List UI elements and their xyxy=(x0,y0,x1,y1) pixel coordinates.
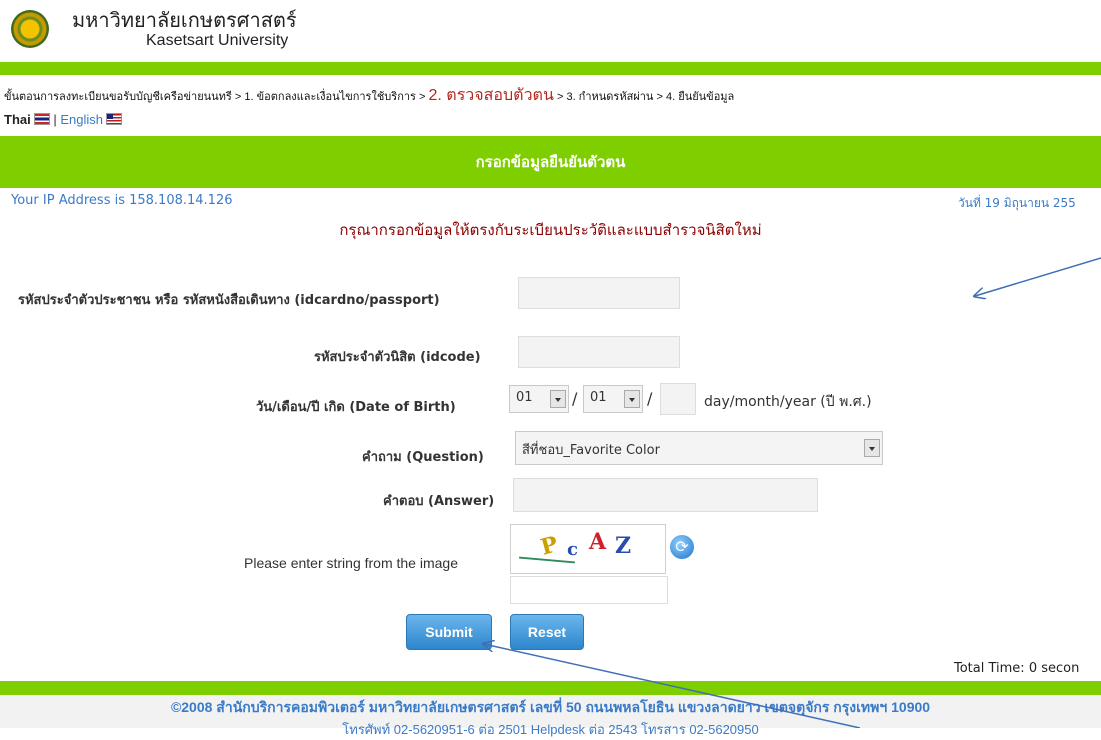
question-label: คำถาม (Question) xyxy=(362,450,484,465)
dob-month-value: 01 xyxy=(590,390,607,405)
dob-hint: day/month/year (ปี พ.ศ.) xyxy=(704,394,872,410)
answer-label: คำตอบ (Answer) xyxy=(383,494,495,509)
language-thai-link[interactable]: Thai xyxy=(4,112,31,127)
breadcrumb-prefix: ขั้นตอนการลงทะเบียนขอรับบัญชีเครือข่ายนน… xyxy=(4,91,232,103)
captcha-image: P c A Z xyxy=(510,524,666,574)
breadcrumb-step-2-current: 2. ตรวจสอบตัวตน xyxy=(428,87,554,104)
annotation-arrow xyxy=(975,257,1101,296)
page-title: กรอกข้อมูลยืนยันตัวตน xyxy=(0,136,1101,188)
idcode-input[interactable] xyxy=(518,336,680,368)
site-header: มหาวิทยาลัยเกษตรศาสตร์ Kasetsart Univers… xyxy=(0,0,1101,60)
breadcrumb-separator: > xyxy=(419,91,426,103)
dob-year-input[interactable] xyxy=(660,383,696,415)
breadcrumb: ขั้นตอนการลงทะเบียนขอรับบัญชีเครือข่ายนน… xyxy=(4,83,734,108)
language-divider: | xyxy=(53,112,57,127)
dob-day-value: 01 xyxy=(516,390,533,405)
top-green-bar xyxy=(0,62,1101,75)
breadcrumb-separator: > xyxy=(234,91,242,103)
bottom-green-bar xyxy=(0,681,1101,695)
chevron-down-icon[interactable] xyxy=(550,390,566,408)
footer-address: ©2008 สำนักบริการคอมพิวเตอร์ มหาวิทยาลัย… xyxy=(170,699,931,715)
question-select[interactable]: สีที่ชอบ_Favorite Color xyxy=(515,431,883,465)
ip-address-text: Your IP Address is 158.108.14.126 xyxy=(11,193,233,208)
dob-separator: / xyxy=(572,389,578,408)
captcha-char: A xyxy=(589,529,607,555)
university-name-english: Kasetsart University xyxy=(146,32,289,49)
breadcrumb-step-3: 3. กำหนดรหัสผ่าน xyxy=(566,91,654,103)
footer: ©2008 สำนักบริการคอมพิวเตอร์ มหาวิทยาลัย… xyxy=(0,695,1101,737)
dob-day-select[interactable]: 01 xyxy=(509,385,569,413)
language-switcher: Thai | English xyxy=(4,112,123,127)
breadcrumb-separator: > xyxy=(656,91,663,103)
us-flag-icon[interactable] xyxy=(106,113,123,125)
idcard-input[interactable] xyxy=(518,277,680,309)
refresh-captcha-icon[interactable]: ⟳ xyxy=(670,535,694,559)
breadcrumb-step-1: 1. ข้อตกลงและเงื่อนไขการใช้บริการ xyxy=(244,91,416,103)
captcha-char: Z xyxy=(615,533,632,559)
chevron-down-icon[interactable] xyxy=(864,439,880,457)
breadcrumb-separator: > xyxy=(556,91,564,103)
total-time-text: Total Time: 0 secon xyxy=(954,661,1080,676)
idcode-label: รหัสประจำตัวนิสิต (idcode) xyxy=(314,350,481,365)
breadcrumb-step-4: 4. ยืนยันข้อมูล xyxy=(666,91,735,103)
university-logo xyxy=(11,10,49,48)
footer-contact: โทรศัพท์ 02-5620951-6 ต่อ 2501 Helpdesk … xyxy=(342,722,759,737)
captcha-input[interactable] xyxy=(510,576,668,604)
dob-separator: / xyxy=(647,389,653,408)
language-english-link[interactable]: English xyxy=(60,112,103,127)
instruction-text: กรุณากรอกข้อมูลให้ตรงกับระเบียนประวัติแล… xyxy=(339,221,762,239)
dob-label: วัน/เดือน/ปี เกิด (Date of Birth) xyxy=(256,400,456,415)
captcha-char: c xyxy=(567,539,578,560)
question-value: สีที่ชอบ_Favorite Color xyxy=(522,443,660,458)
submit-button[interactable]: Submit xyxy=(406,614,492,650)
reset-button[interactable]: Reset xyxy=(510,614,584,650)
chevron-down-icon[interactable] xyxy=(624,390,640,408)
dob-month-select[interactable]: 01 xyxy=(583,385,643,413)
captcha-label: Please enter string from the image xyxy=(244,555,458,571)
thai-flag-icon[interactable] xyxy=(33,113,50,125)
captcha-char: P xyxy=(537,531,561,561)
answer-input[interactable] xyxy=(513,478,818,512)
date-text: วันที่ 19 มิถุนายน 255 xyxy=(958,196,1076,210)
idcard-label: รหัสประจำตัวประชาชน หรือ รหัสหนังสือเดิน… xyxy=(18,293,440,308)
